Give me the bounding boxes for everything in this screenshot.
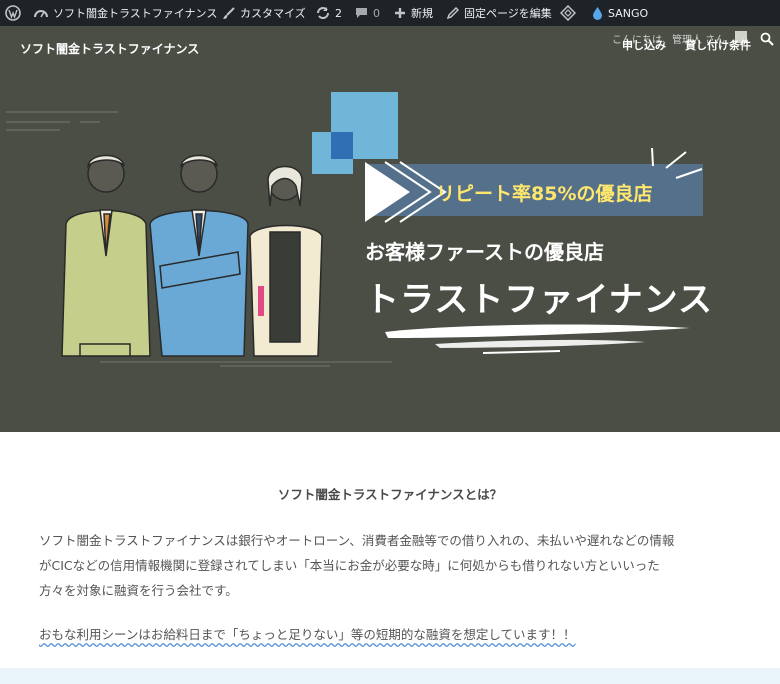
new-content-link[interactable]: 新規 bbox=[394, 0, 433, 26]
search-icon[interactable] bbox=[760, 32, 774, 46]
usage-text: おもな利用シーンはお給料日まで「ちょっと足りない」等の短期的な融資を想定していま… bbox=[39, 627, 576, 642]
updates-icon bbox=[317, 7, 329, 19]
wordpress-logo-icon[interactable] bbox=[5, 0, 21, 26]
comments-count: 0 bbox=[373, 6, 380, 20]
comments-link[interactable]: 0 bbox=[355, 0, 380, 26]
hero-tagline: お客様ファーストの優良店 bbox=[365, 240, 604, 264]
admin-site-name: ソフト闇金トラストファイナンス bbox=[53, 7, 218, 20]
new-label: 新規 bbox=[411, 7, 433, 20]
hero-badge: リピート率85%の優良店 bbox=[436, 183, 653, 205]
updates-link[interactable]: 2 bbox=[316, 0, 342, 26]
person-center bbox=[149, 154, 249, 357]
edit-page-label: 固定ページを編集 bbox=[464, 7, 552, 20]
hero-illustration bbox=[6, 92, 703, 367]
paragraph-line: 方々を対象に融資を行う会社です。 bbox=[39, 583, 238, 598]
theme-label: SANGO bbox=[608, 6, 649, 20]
person-right bbox=[249, 165, 323, 357]
footer-band bbox=[0, 668, 780, 684]
main-content: ソフト闇金トラストファイナンスとは？ ソフト闇金トラストファイナンスは銀行やオー… bbox=[0, 432, 780, 668]
plus-icon bbox=[395, 8, 405, 18]
site-title[interactable]: ソフト闇金トラストファイナンス bbox=[20, 40, 199, 57]
edit-page-link[interactable]: 固定ページを編集 bbox=[446, 0, 552, 26]
brush-icon bbox=[223, 6, 235, 19]
droplet-icon bbox=[593, 7, 602, 20]
person-left bbox=[61, 154, 151, 357]
customize-label: カスタマイズ bbox=[240, 7, 306, 20]
theme-link[interactable]: SANGO bbox=[592, 0, 648, 26]
updates-count: 2 bbox=[335, 6, 342, 20]
nav-loan-terms[interactable]: 貸し付け条件 bbox=[685, 37, 751, 53]
diamond-icon[interactable] bbox=[560, 0, 576, 26]
usage-paragraph: おもな利用シーンはお給料日まで「ちょっと足りない」等の短期的な融資を想定していま… bbox=[39, 624, 744, 646]
paragraph-line: ソフト闇金トラストファイナンスは銀行やオートローン、消費者金融等での借り入れの、… bbox=[39, 533, 675, 548]
pencil-icon bbox=[446, 6, 459, 19]
comment-icon bbox=[356, 8, 367, 18]
nav-apply[interactable]: 申し込み bbox=[622, 37, 666, 53]
customize-link[interactable]: カスタマイズ bbox=[222, 0, 306, 26]
admin-bar: ソフト闇金トラストファイナンス カスタマイズ 2 0 新規 固定ページを編集 S… bbox=[0, 0, 780, 26]
paragraph-line: がCICなどの信用情報機関に登録されてしまい「本当にお金が必要な時」に何処からも… bbox=[39, 558, 660, 573]
admin-site-name-link[interactable]: ソフト闇金トラストファイナンス bbox=[34, 0, 217, 26]
hero-header: ソフト闇金トラストファイナンス こんにちは、管理人 さん 申し込み 貸し付け条件… bbox=[0, 26, 780, 432]
dashboard-icon bbox=[34, 10, 48, 18]
intro-paragraph: ソフト闇金トラストファイナンスは銀行やオートローン、消費者金融等での借り入れの、… bbox=[39, 528, 744, 603]
section-heading: ソフト闇金トラストファイナンスとは？ bbox=[277, 487, 503, 502]
hero-brand: トラストファイナンス bbox=[365, 280, 713, 320]
